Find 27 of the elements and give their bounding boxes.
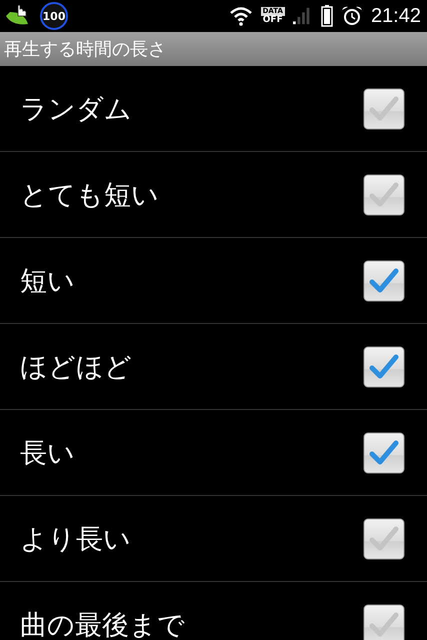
notification-badge: 100	[40, 2, 68, 30]
checkbox[interactable]	[363, 260, 405, 302]
option-row[interactable]: とても短い	[0, 152, 427, 238]
screen-title: 再生する時間の長さ	[4, 38, 166, 61]
wifi-icon	[228, 6, 253, 26]
option-row[interactable]: ランダム	[0, 66, 427, 152]
option-label: 曲の最後まで	[20, 608, 185, 640]
checkbox[interactable]	[363, 432, 405, 474]
option-row[interactable]: より長い	[0, 496, 427, 582]
checkbox[interactable]	[363, 88, 405, 130]
option-label: ランダム	[20, 92, 132, 126]
option-label: 短い	[20, 264, 75, 298]
option-row[interactable]: ほどほど	[0, 324, 427, 410]
option-label: より長い	[20, 522, 131, 556]
option-row[interactable]: 短い	[0, 238, 427, 324]
option-label: とても短い	[20, 178, 159, 212]
option-row[interactable]: 長い	[0, 410, 427, 496]
checkbox[interactable]	[363, 604, 405, 640]
option-label: ほどほど	[20, 350, 132, 384]
option-row[interactable]: 曲の最後まで	[0, 582, 427, 640]
alarm-clock-icon	[340, 5, 363, 27]
checkbox[interactable]	[363, 346, 405, 388]
checkbox[interactable]	[363, 518, 405, 560]
clock-time: 21:42	[370, 4, 421, 28]
checkbox[interactable]	[363, 174, 405, 216]
battery-icon	[320, 5, 333, 27]
option-label: 長い	[20, 436, 75, 470]
